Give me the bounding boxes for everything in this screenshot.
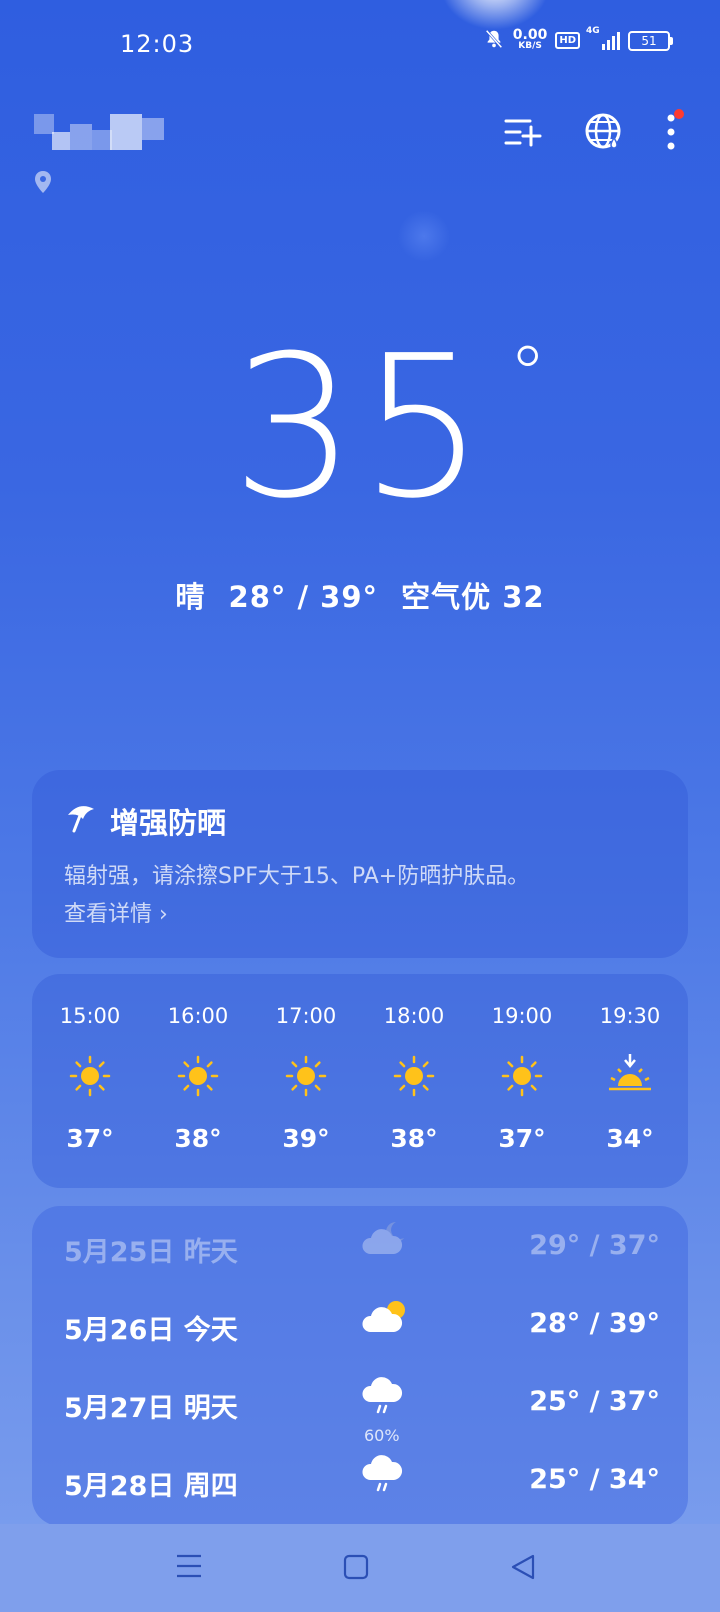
hourly-item: 19:00 37°: [470, 1004, 574, 1153]
temperature-range: 28° / 39°: [228, 580, 379, 614]
status-icons: 0.00 KB/S HD 4G 51: [483, 26, 673, 53]
day-date: 5月25日 昨天: [64, 1237, 238, 1268]
daily-forecast-card[interactable]: 5月25日 昨天 29° / 37° 5月26日 今天 28° / 39° 5月27日 …: [32, 1206, 688, 1526]
hour-temperature: 34°: [606, 1124, 654, 1153]
hourly-item: 16:00 38°: [146, 1004, 250, 1153]
rain-icon: [358, 1374, 414, 1422]
network-type: 4G: [586, 25, 600, 36]
hour-time: 17:00: [275, 1004, 337, 1028]
sun-icon: [392, 1054, 436, 1098]
day-temperature-range: 29° / 37°: [529, 1230, 660, 1261]
globe-icon[interactable]: [584, 112, 624, 156]
home-icon[interactable]: [343, 1554, 369, 1584]
signal-icon: 4G: [586, 26, 620, 50]
partly-cloudy-icon: [358, 1296, 414, 1344]
degree-symbol: °: [508, 329, 551, 418]
hour-time: 18:00: [383, 1004, 445, 1028]
hourly-list: 15:00 37° 16:00 38° 17:00 39° 18:00 38° 19:00 37°…: [32, 1004, 688, 1153]
tip-body: 辐射强，请涂擦SPF大于15、PA+防晒护肤品。: [64, 864, 530, 889]
daily-row[interactable]: 5月26日 今天 28° / 39°: [64, 1301, 660, 1348]
day-temperature-range: 28° / 39°: [529, 1308, 660, 1339]
location-name[interactable]: [34, 114, 164, 154]
hour-temperature: 38°: [390, 1124, 438, 1153]
battery-indicator: 51: [628, 30, 673, 51]
umbrella-icon: [64, 801, 98, 842]
net-speed: 0.00 KB/S: [512, 26, 548, 51]
hour-time: 19:30: [599, 1004, 661, 1028]
sun-icon: [68, 1054, 112, 1098]
air-quality[interactable]: 空气优 32: [401, 580, 544, 614]
rain-icon: [358, 1452, 414, 1500]
navigation-bar: [0, 1524, 720, 1612]
hd-badge: HD: [555, 32, 580, 49]
current-weather: 35 °: [0, 330, 720, 526]
sunset-icon: [607, 1054, 653, 1098]
top-actions: [504, 109, 684, 156]
precipitation-chance: 60%: [364, 1426, 400, 1445]
sunscreen-tip-card[interactable]: 增强防晒 辐射强，请涂擦SPF大于15、PA+防晒护肤品。 查看详情 ›: [32, 770, 688, 958]
city-manage-icon[interactable]: [504, 115, 542, 153]
more-icon[interactable]: [666, 109, 684, 155]
day-temperature-range: 25° / 34°: [529, 1464, 660, 1495]
hour-time: 16:00: [167, 1004, 229, 1028]
back-icon[interactable]: [510, 1554, 536, 1584]
current-temperature: 35 °: [231, 314, 551, 542]
view-details-link[interactable]: 查看详情 ›: [64, 896, 168, 928]
background-orb: [398, 210, 450, 262]
sun-icon: [284, 1054, 328, 1098]
status-bar: 12:03 0.00 KB/S HD 4G 51: [0, 0, 720, 90]
daily-row[interactable]: 5月27日 明天 60% 25° / 37°: [64, 1377, 660, 1445]
sun-icon: [176, 1054, 220, 1098]
cloud-night-icon: [358, 1218, 414, 1266]
condition-text: 晴: [175, 580, 206, 614]
day-date: 5月28日 周四: [64, 1471, 238, 1502]
hourly-item: 15:00 37°: [38, 1004, 142, 1153]
weather-summary: 晴 28° / 39° 空气优 32: [0, 574, 720, 616]
day-temperature-range: 25° / 37°: [529, 1386, 660, 1417]
bell-muted-icon: [483, 28, 505, 53]
hour-time: 19:00: [491, 1004, 553, 1028]
hourly-item: 19:30 34°: [578, 1004, 682, 1153]
hourly-forecast-card[interactable]: 15:00 37° 16:00 38° 17:00 39° 18:00 38° 19:00 37°…: [32, 974, 688, 1188]
tip-title: 增强防晒: [64, 800, 226, 842]
hour-temperature: 37°: [498, 1124, 546, 1153]
sun-icon: [500, 1054, 544, 1098]
hourly-item: 17:00 39°: [254, 1004, 358, 1153]
hour-temperature: 39°: [282, 1124, 330, 1153]
daily-row[interactable]: 5月25日 昨天 29° / 37°: [64, 1222, 660, 1270]
hour-temperature: 38°: [174, 1124, 222, 1153]
hour-time: 15:00: [59, 1004, 121, 1028]
daily-row[interactable]: 5月28日 周四 25° / 34°: [64, 1455, 660, 1504]
day-date: 5月26日 今天: [64, 1315, 238, 1346]
hourly-item: 18:00 38°: [362, 1004, 466, 1153]
day-date: 5月27日 明天: [64, 1393, 238, 1424]
hour-temperature: 37°: [66, 1124, 114, 1153]
location-pin-icon: [33, 170, 53, 198]
notification-dot: [674, 109, 684, 119]
menu-icon[interactable]: [176, 1554, 202, 1582]
status-time: 12:03: [120, 30, 195, 58]
